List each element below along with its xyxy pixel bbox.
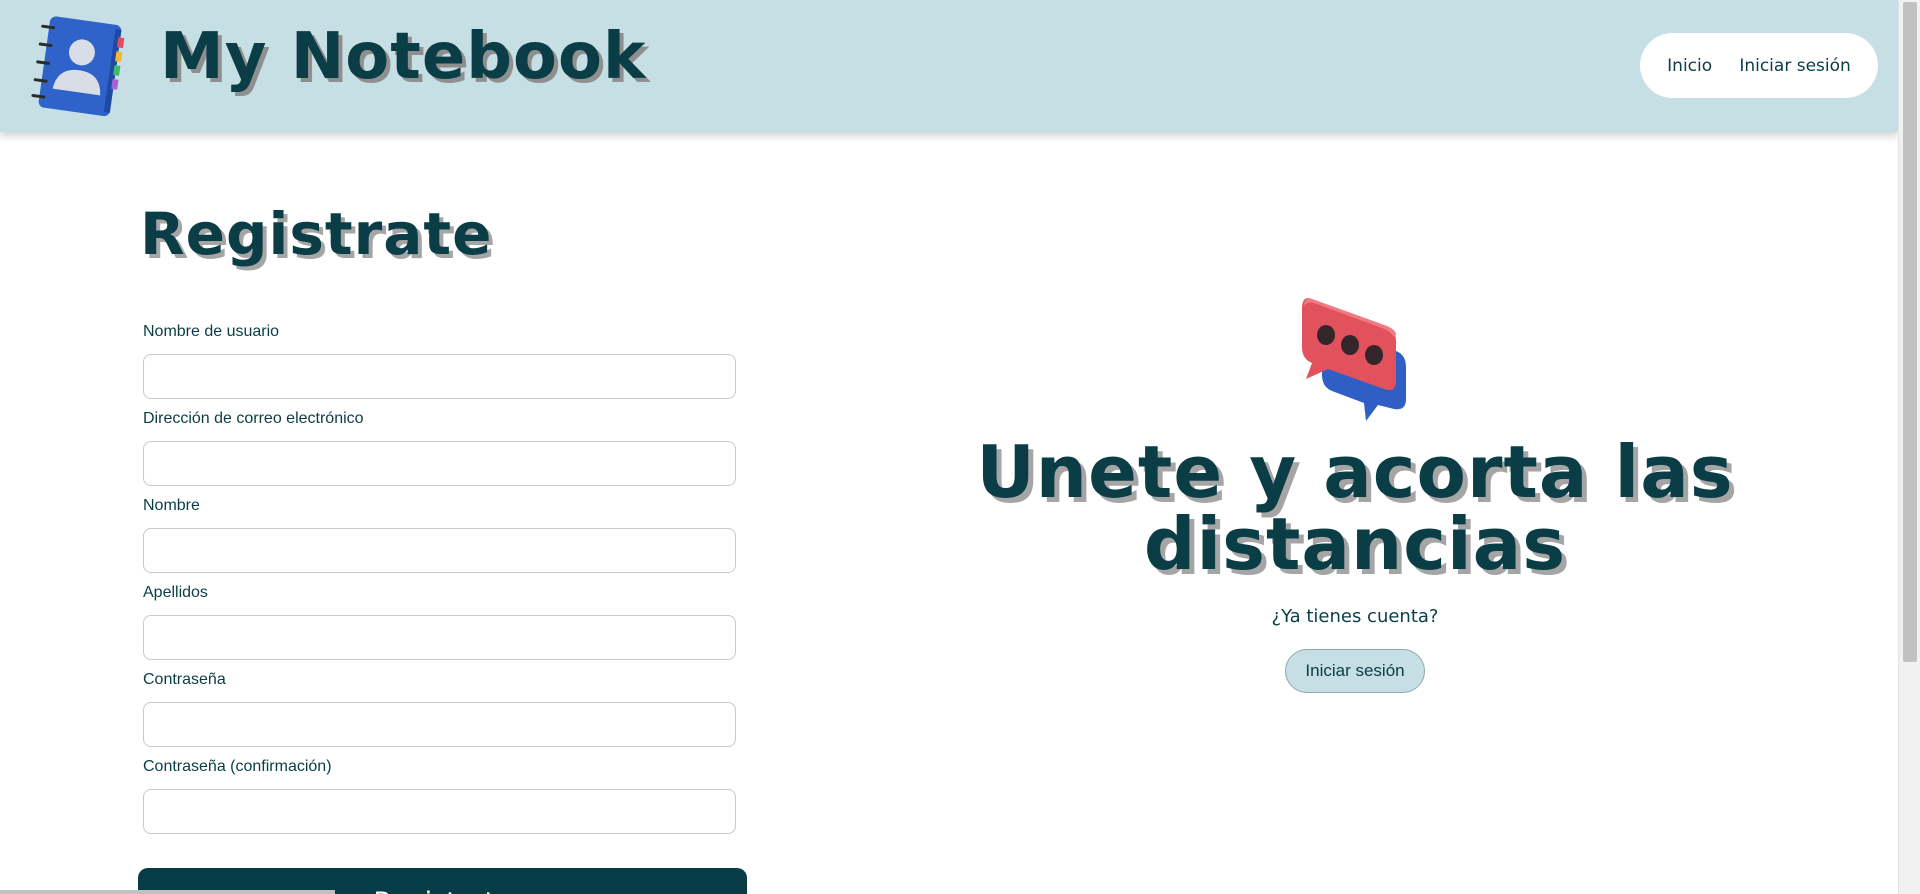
chat-bubble-icon bbox=[1302, 298, 1406, 421]
brand-title[interactable]: My Notebook bbox=[160, 20, 647, 94]
navbar: My Notebook Inicio Iniciar sesión bbox=[0, 0, 1898, 132]
last-name-input[interactable] bbox=[143, 615, 736, 660]
last-name-label: Apellidos bbox=[143, 584, 208, 601]
nav-link-inicio[interactable]: Inicio bbox=[1667, 56, 1712, 76]
login-button[interactable]: Iniciar sesión bbox=[1285, 649, 1425, 693]
nav-link-iniciar-sesion[interactable]: Iniciar sesión bbox=[1739, 56, 1850, 76]
username-label: Nombre de usuario bbox=[143, 323, 280, 340]
password-label: Contraseña bbox=[143, 671, 226, 688]
vertical-scrollbar[interactable] bbox=[1898, 0, 1920, 894]
first-name-input[interactable] bbox=[143, 528, 736, 573]
password-confirm-input[interactable] bbox=[143, 789, 736, 834]
email-input[interactable] bbox=[143, 441, 736, 486]
account-question: ¿Ya tienes cuenta? bbox=[1271, 606, 1439, 627]
page: My Notebook Inicio Iniciar sesión Regist… bbox=[0, 0, 1898, 894]
first-name-label: Nombre bbox=[143, 497, 200, 514]
nav-menu: Inicio Iniciar sesión bbox=[1640, 33, 1878, 98]
notebook-contact-icon[interactable] bbox=[30, 14, 126, 118]
promo-heading: Unete y acorta las distancias bbox=[976, 430, 1734, 586]
username-input[interactable] bbox=[143, 354, 736, 399]
scrollbar-thumb[interactable] bbox=[1903, 2, 1917, 662]
email-label: Dirección de correo electrónico bbox=[143, 410, 364, 427]
horizontal-scroll-indicator[interactable] bbox=[0, 890, 335, 894]
form-title: Registrate bbox=[140, 200, 493, 268]
password-input[interactable] bbox=[143, 702, 736, 747]
password-confirm-label: Contraseña (confirmación) bbox=[143, 758, 332, 775]
